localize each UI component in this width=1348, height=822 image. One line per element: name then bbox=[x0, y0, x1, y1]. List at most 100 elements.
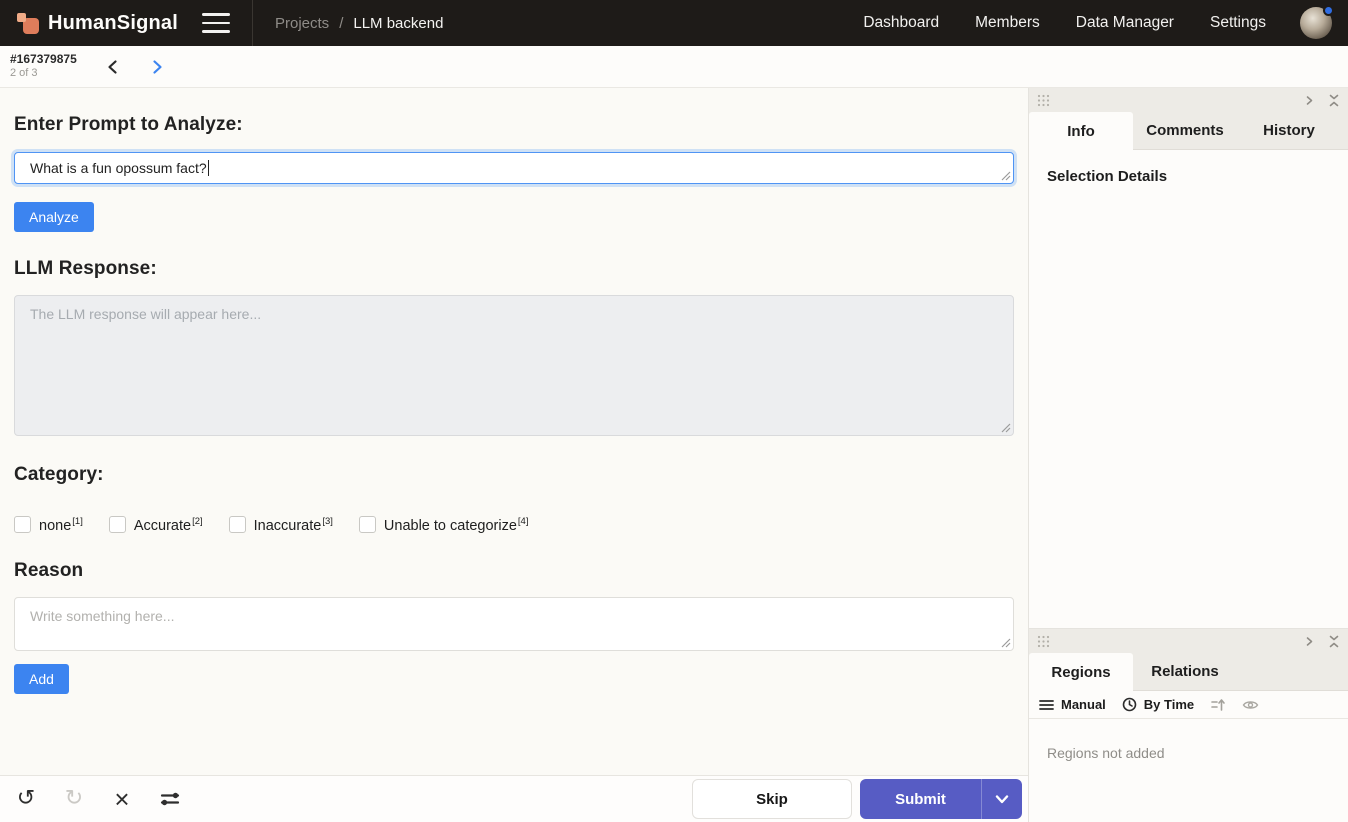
chevron-right-icon bbox=[1305, 95, 1314, 106]
skip-button[interactable]: Skip bbox=[692, 779, 852, 819]
eye-icon bbox=[1242, 699, 1259, 711]
choice-label: Unable to categorize bbox=[384, 518, 517, 534]
toggle-visibility-button[interactable] bbox=[1242, 699, 1259, 711]
nav-settings[interactable]: Settings bbox=[1210, 14, 1266, 32]
breadcrumb-projects[interactable]: Projects bbox=[275, 15, 329, 32]
text-caret bbox=[208, 160, 210, 176]
checkbox-icon[interactable] bbox=[229, 516, 246, 533]
tab-history[interactable]: History bbox=[1237, 112, 1341, 149]
category-heading: Category: bbox=[14, 464, 1014, 486]
hamburger-list-icon bbox=[1039, 699, 1054, 711]
drag-handle-icon[interactable] bbox=[1037, 635, 1050, 648]
llm-response-textarea[interactable]: The LLM response will appear here... bbox=[14, 295, 1014, 436]
app-root: HumanSignal Projects / LLM backend Dashb… bbox=[0, 0, 1348, 822]
choice-accurate[interactable]: Accurate[2] bbox=[109, 516, 203, 534]
breadcrumb-separator: / bbox=[339, 15, 343, 32]
choice-none[interactable]: none[1] bbox=[14, 516, 83, 534]
nav-data-manager[interactable]: Data Manager bbox=[1076, 14, 1174, 32]
task-position: 2 of 3 bbox=[10, 67, 77, 81]
info-panel: Info Comments History Selection Details bbox=[1029, 88, 1348, 628]
topbar-divider bbox=[252, 0, 253, 46]
right-sidebar: Info Comments History Selection Details bbox=[1028, 88, 1348, 822]
close-icon: × bbox=[114, 786, 129, 812]
analyze-button[interactable]: Analyze bbox=[14, 202, 94, 232]
labeling-area: Enter Prompt to Analyze: What is a fun o… bbox=[0, 88, 1028, 822]
sliders-icon bbox=[159, 790, 181, 808]
hotkey-hint: [1] bbox=[72, 516, 83, 527]
regions-panel: Regions Relations Manual By Time bbox=[1029, 628, 1348, 822]
collapse-vertical-icon bbox=[1328, 635, 1340, 648]
chevron-down-icon bbox=[995, 795, 1009, 804]
prompt-input[interactable]: What is a fun opossum fact? bbox=[14, 152, 1014, 184]
checkbox-icon[interactable] bbox=[109, 516, 126, 533]
prev-task-button[interactable] bbox=[105, 59, 121, 75]
regions-empty-text: Regions not added bbox=[1029, 719, 1348, 761]
collapse-panel-button[interactable] bbox=[1328, 94, 1340, 107]
detach-panel-button[interactable] bbox=[1305, 95, 1314, 106]
reason-heading: Reason bbox=[14, 560, 1014, 582]
settings-sliders-button[interactable] bbox=[158, 786, 182, 812]
response-heading: LLM Response: bbox=[14, 258, 1014, 280]
submit-split-button: Submit bbox=[860, 779, 1022, 819]
next-task-button[interactable] bbox=[149, 59, 165, 75]
choice-label: none bbox=[39, 518, 71, 534]
regions-panel-header bbox=[1029, 629, 1348, 653]
drag-handle-icon[interactable] bbox=[1037, 94, 1050, 107]
collapse-panel-button[interactable] bbox=[1328, 635, 1340, 648]
info-panel-body: Selection Details bbox=[1029, 150, 1348, 628]
top-navbar: HumanSignal Projects / LLM backend Dashb… bbox=[0, 0, 1348, 46]
hotkey-hint: [2] bbox=[192, 516, 203, 527]
sort-ascending-icon bbox=[1210, 698, 1226, 712]
task-id: #167379875 bbox=[10, 52, 77, 67]
regions-panel-tabs: Regions Relations bbox=[1029, 653, 1348, 691]
redo-button[interactable]: ↻ bbox=[62, 786, 86, 812]
sort-by-time-label: By Time bbox=[1144, 697, 1194, 712]
detach-panel-button[interactable] bbox=[1305, 636, 1314, 647]
prompt-field-wrap: What is a fun opossum fact? bbox=[14, 152, 1014, 184]
add-button[interactable]: Add bbox=[14, 664, 69, 694]
regions-panel-body: Regions not added bbox=[1029, 719, 1348, 822]
collapse-vertical-icon bbox=[1328, 94, 1340, 107]
reset-button[interactable]: × bbox=[110, 786, 134, 812]
prompt-heading: Enter Prompt to Analyze: bbox=[14, 114, 1014, 136]
group-by-manual-button[interactable]: Manual bbox=[1039, 697, 1106, 712]
selection-details-title: Selection Details bbox=[1029, 150, 1348, 185]
breadcrumb-current-project: LLM backend bbox=[353, 15, 443, 32]
chevron-left-icon bbox=[105, 59, 121, 75]
response-field-wrap: The LLM response will appear here... bbox=[14, 295, 1014, 436]
tab-relations[interactable]: Relations bbox=[1133, 653, 1237, 690]
undo-button[interactable]: ↺ bbox=[14, 786, 38, 812]
info-panel-tabs: Info Comments History bbox=[1029, 112, 1348, 150]
prompt-value: What is a fun opossum fact? bbox=[30, 160, 207, 176]
brand-logo[interactable]: HumanSignal bbox=[0, 11, 192, 35]
menu-hamburger-icon[interactable] bbox=[202, 13, 230, 33]
info-panel-header bbox=[1029, 88, 1348, 112]
user-avatar[interactable] bbox=[1300, 7, 1332, 39]
task-navigation-bar: #167379875 2 of 3 bbox=[0, 46, 1348, 88]
tab-regions[interactable]: Regions bbox=[1029, 653, 1133, 691]
chevron-right-icon bbox=[1305, 636, 1314, 647]
sort-order-button[interactable] bbox=[1210, 698, 1226, 712]
submit-dropdown-button[interactable] bbox=[981, 779, 1022, 819]
tab-info[interactable]: Info bbox=[1029, 112, 1133, 150]
nav-dashboard[interactable]: Dashboard bbox=[863, 14, 939, 32]
submit-button[interactable]: Submit bbox=[860, 779, 981, 819]
checkbox-icon[interactable] bbox=[14, 516, 31, 533]
choice-inaccurate[interactable]: Inaccurate[3] bbox=[229, 516, 333, 534]
reason-textarea[interactable]: Write something here... bbox=[14, 597, 1014, 651]
chevron-right-icon bbox=[149, 59, 165, 75]
reason-field-wrap: Write something here... bbox=[14, 597, 1014, 651]
bottom-toolbar: ↺ ↻ × Skip Submit bbox=[0, 775, 1028, 822]
brand-name: HumanSignal bbox=[48, 12, 178, 35]
choice-label: Inaccurate bbox=[254, 518, 322, 534]
nav-members[interactable]: Members bbox=[975, 14, 1040, 32]
undo-icon: ↺ bbox=[17, 788, 35, 810]
tab-comments[interactable]: Comments bbox=[1133, 112, 1237, 149]
checkbox-icon[interactable] bbox=[359, 516, 376, 533]
regions-toolbar: Manual By Time bbox=[1029, 691, 1348, 719]
hotkey-hint: [4] bbox=[518, 516, 529, 527]
choice-unable-to-categorize[interactable]: Unable to categorize[4] bbox=[359, 516, 529, 534]
category-choices: none[1] Accurate[2] Inaccurate[3] Unable… bbox=[14, 516, 1014, 534]
redo-icon: ↻ bbox=[65, 788, 83, 810]
sort-by-time-button[interactable]: By Time bbox=[1122, 697, 1194, 712]
